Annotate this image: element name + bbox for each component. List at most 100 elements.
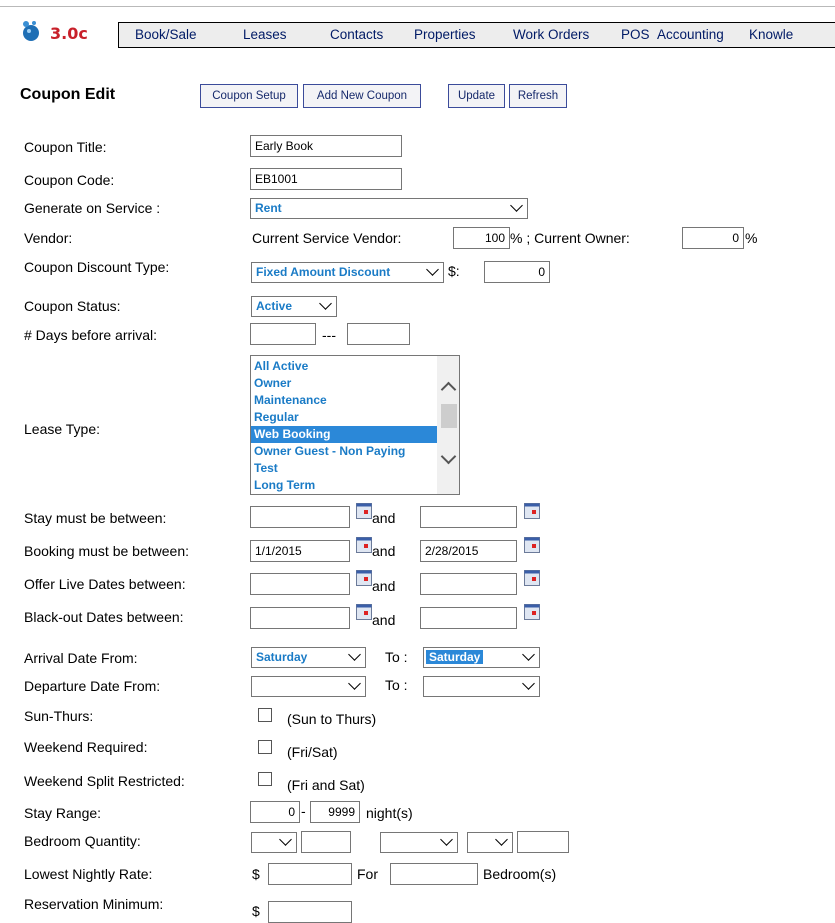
chevron-down-icon xyxy=(522,677,535,690)
nav-properties[interactable]: Properties xyxy=(414,27,476,42)
reservation-minimum-dollar: $ xyxy=(252,903,260,919)
scroll-down-icon[interactable] xyxy=(440,448,457,465)
arrival-to-select[interactable]: Saturday xyxy=(423,647,540,668)
calendar-icon[interactable] xyxy=(356,503,372,519)
stay-and-label: and xyxy=(372,510,396,526)
lease-type-option[interactable]: Regular xyxy=(251,409,437,426)
chevron-down-icon xyxy=(279,833,292,846)
booking-and-label: and xyxy=(372,543,396,559)
offer-live-from-input[interactable] xyxy=(250,573,350,595)
sun-thurs-note: (Sun to Thurs) xyxy=(287,711,377,727)
chevron-down-icon xyxy=(495,833,508,846)
add-new-coupon-button[interactable]: Add New Coupon xyxy=(303,84,421,108)
blackout-to-input[interactable] xyxy=(420,607,517,629)
arrival-from-label: Arrival Date From: xyxy=(24,650,138,666)
nav-book-sale[interactable]: Book/Sale xyxy=(135,27,197,42)
lease-type-label: Lease Type: xyxy=(24,421,101,437)
coupon-status-select[interactable]: Active xyxy=(251,296,337,317)
lease-type-option[interactable]: Test xyxy=(251,460,437,477)
coupon-setup-button[interactable]: Coupon Setup xyxy=(200,84,298,108)
days-before-min-input[interactable] xyxy=(250,323,316,345)
weekend-split-checkbox[interactable] xyxy=(258,772,272,786)
booking-from-input[interactable]: 1/1/2015 xyxy=(250,540,350,562)
stay-range-min-input[interactable]: 0 xyxy=(250,801,300,823)
calendar-icon[interactable] xyxy=(524,604,540,620)
arrival-to-label: To : xyxy=(385,649,408,665)
calendar-icon[interactable] xyxy=(356,604,372,620)
bedroom-qty-operator2-select[interactable] xyxy=(467,832,513,853)
lowest-rate-input[interactable] xyxy=(268,863,352,885)
lease-type-option[interactable]: All Active xyxy=(251,358,437,375)
departure-to-select[interactable] xyxy=(423,676,540,697)
stay-range-max-input[interactable]: 9999 xyxy=(310,801,360,823)
service-vendor-percent-input[interactable]: 100 xyxy=(453,227,510,249)
reservation-minimum-input[interactable] xyxy=(268,901,352,923)
owner-percent-sign: % xyxy=(745,230,758,246)
app-logo[interactable]: 3.0c xyxy=(20,18,120,48)
app-version: 3.0c xyxy=(50,24,88,43)
coupon-title-input[interactable]: Early Book xyxy=(250,135,402,157)
coupon-title-label: Coupon Title: xyxy=(24,139,107,155)
nav-accounting[interactable]: Accounting xyxy=(657,27,724,42)
offer-live-to-input[interactable] xyxy=(420,573,517,595)
chevron-down-icon xyxy=(426,263,439,276)
chevron-down-icon xyxy=(522,648,535,661)
chevron-down-icon xyxy=(440,833,453,846)
calendar-icon[interactable] xyxy=(356,570,372,586)
lease-type-option[interactable]: Long Term xyxy=(251,477,437,494)
nav-pos[interactable]: POS xyxy=(621,27,650,42)
weekend-required-checkbox[interactable] xyxy=(258,740,272,754)
generate-on-service-select[interactable]: Rent xyxy=(250,198,528,219)
lowest-rate-dollar: $ xyxy=(252,866,260,882)
scroll-up-icon[interactable] xyxy=(440,381,457,398)
calendar-icon[interactable] xyxy=(356,537,372,553)
refresh-button[interactable]: Refresh xyxy=(509,84,567,108)
reservation-minimum-label: Reservation Minimum: xyxy=(24,896,164,912)
bedroom-qty-logic-select[interactable] xyxy=(380,832,458,853)
lowest-rate-for: For xyxy=(357,866,378,882)
vendor-label: Vendor: xyxy=(24,230,73,246)
bedroom-qty2-input[interactable] xyxy=(517,831,569,853)
owner-percent-input[interactable]: 0 xyxy=(682,227,744,249)
nav-leases[interactable]: Leases xyxy=(243,27,287,42)
update-button[interactable]: Update xyxy=(448,84,505,108)
blackout-and-label: and xyxy=(372,612,396,628)
stay-to-input[interactable] xyxy=(420,506,517,528)
days-before-label: # Days before arrival: xyxy=(24,327,158,343)
lease-type-scrollbar[interactable] xyxy=(437,356,459,494)
offer-live-label: Offer Live Dates between: xyxy=(24,576,186,592)
lease-type-listbox[interactable]: All Active Owner Maintenance Regular Web… xyxy=(250,355,460,495)
departure-from-label: Departure Date From: xyxy=(24,678,161,694)
lowest-rate-label: Lowest Nightly Rate: xyxy=(24,866,153,882)
bedroom-qty-operator-select[interactable] xyxy=(251,832,297,853)
departure-from-select[interactable] xyxy=(251,676,366,697)
coupon-code-input[interactable]: EB1001 xyxy=(250,168,402,190)
lease-type-option[interactable]: Owner Guest - Non Paying xyxy=(251,443,437,460)
stay-from-input[interactable] xyxy=(250,506,350,528)
bedroom-qty-input[interactable] xyxy=(301,831,351,853)
lowest-rate-unit: Bedroom(s) xyxy=(483,866,557,882)
days-before-max-input[interactable] xyxy=(347,323,410,345)
discount-amount-input[interactable]: 0 xyxy=(484,261,550,283)
days-before-separator: --- xyxy=(322,327,336,343)
departure-to-label: To : xyxy=(385,677,408,693)
stay-range-dash: - xyxy=(301,803,306,819)
booking-to-input[interactable]: 2/28/2015 xyxy=(420,540,517,562)
nav-contacts[interactable]: Contacts xyxy=(330,27,383,42)
calendar-icon[interactable] xyxy=(524,570,540,586)
nav-work-orders[interactable]: Work Orders xyxy=(513,27,589,42)
lowest-rate-bedrooms-input[interactable] xyxy=(390,863,478,885)
chevron-down-icon xyxy=(319,297,332,310)
sun-thurs-checkbox[interactable] xyxy=(258,708,272,722)
arrival-from-select[interactable]: Saturday xyxy=(251,647,366,668)
lease-type-option[interactable]: Maintenance xyxy=(251,392,437,409)
calendar-icon[interactable] xyxy=(524,537,540,553)
nav-knowledge[interactable]: Knowle xyxy=(749,27,793,42)
calendar-icon[interactable] xyxy=(524,503,540,519)
lease-type-option[interactable]: Owner xyxy=(251,375,437,392)
scroll-thumb[interactable] xyxy=(441,404,457,428)
blackout-from-input[interactable] xyxy=(250,607,350,629)
generate-on-service-label: Generate on Service : xyxy=(24,200,161,216)
lease-type-option-selected[interactable]: Web Booking xyxy=(251,426,437,443)
discount-type-select[interactable]: Fixed Amount Discount xyxy=(251,262,444,283)
